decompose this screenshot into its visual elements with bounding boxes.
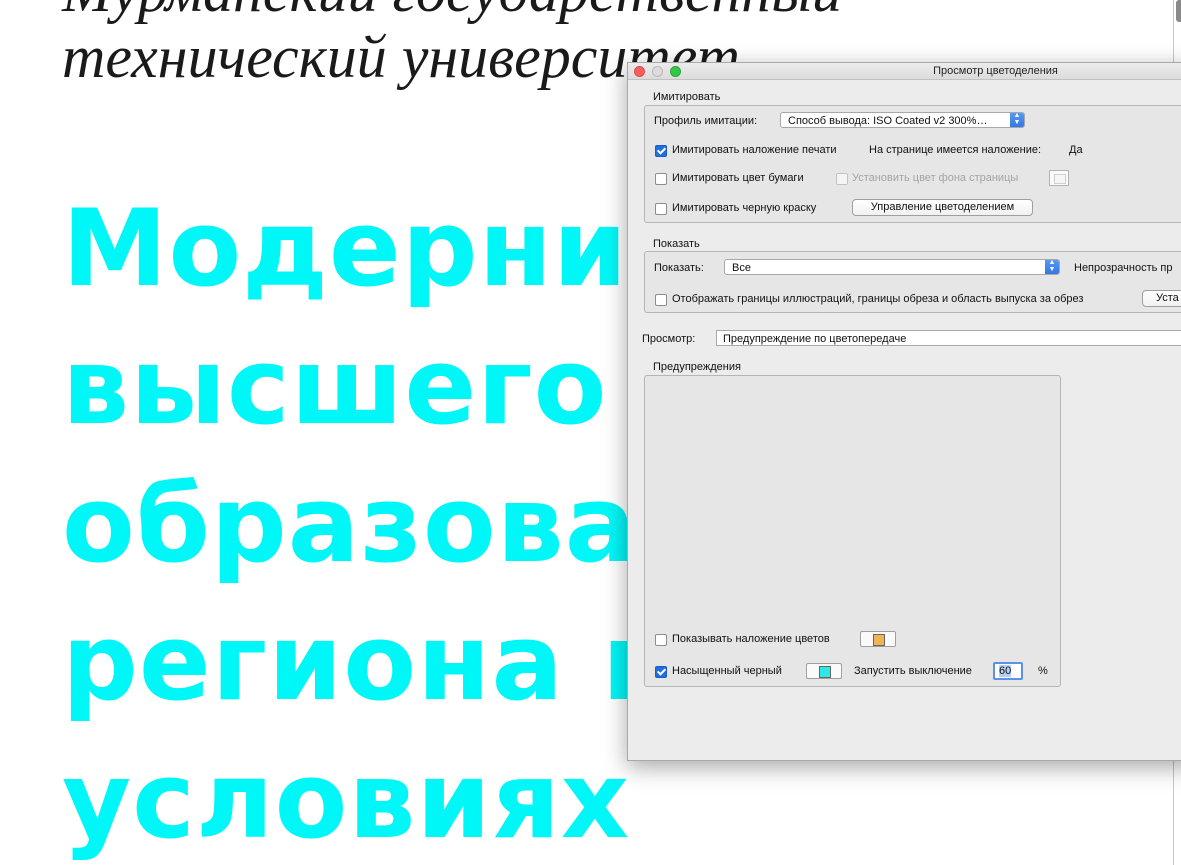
page-overprint-label: На странице имеется наложение: <box>869 144 1042 156</box>
page-background-swatch[interactable] <box>1049 170 1069 186</box>
setup-button[interactable]: Уста <box>1142 290 1181 307</box>
scrollbar-thumb[interactable] <box>1176 0 1181 22</box>
start-cutoff-value: 60 <box>999 665 1012 677</box>
show-boundaries-checkbox[interactable] <box>655 294 667 306</box>
chevron-updown-icon: ▲ ▼ <box>1010 113 1024 127</box>
overprint-color-button[interactable] <box>860 631 896 647</box>
heading-line-1: Модерниз <box>62 187 691 310</box>
simulate-overprint-checkbox[interactable] <box>655 145 667 157</box>
show-value: Все <box>732 262 751 274</box>
rich-black-color-button[interactable] <box>806 663 842 679</box>
page-background-label: Установить цвет фона страницы <box>852 172 1019 184</box>
page-overprint-value: Да <box>1069 144 1083 156</box>
simulate-paper-color-label: Имитировать цвет бумаги <box>672 172 804 184</box>
overprint-color-swatch <box>873 634 885 646</box>
show-select[interactable]: Все ▲ ▼ <box>724 259 1060 275</box>
percent-label: % <box>1038 665 1048 677</box>
page-background-checkbox[interactable] <box>836 173 848 185</box>
manage-separations-button[interactable]: Управление цветоделением <box>852 199 1033 216</box>
simulate-paper-color-checkbox[interactable] <box>655 173 667 185</box>
show-group-label: Показать <box>653 238 700 250</box>
preview-label: Просмотр: <box>642 333 696 345</box>
simulate-black-ink-label: Имитировать черную краску <box>672 202 817 214</box>
dialog-title: Просмотр цветоделения <box>933 65 1058 77</box>
heading-line-2: высшего <box>62 325 608 448</box>
show-overprint-checkbox[interactable] <box>655 634 667 646</box>
rich-black-checkbox[interactable] <box>655 666 667 678</box>
simulate-black-ink-checkbox[interactable] <box>655 203 667 215</box>
show-label: Показать: <box>654 262 704 274</box>
preview-select[interactable]: Предупреждение по цветопередаче <box>716 330 1181 346</box>
simulation-profile-select[interactable]: Способ вывода: ISO Coated v2 300%… ▲ ▼ <box>780 112 1025 128</box>
chevron-updown-icon: ▲ ▼ <box>1045 260 1059 274</box>
show-overprint-label: Показывать наложение цветов <box>672 633 830 645</box>
rich-black-label: Насыщенный черный <box>672 665 782 677</box>
start-cutoff-label: Запустить выключение <box>854 665 972 677</box>
document-heading: Модерниз высшего образован региона в усл… <box>62 180 712 865</box>
warnings-group-label: Предупреждения <box>653 361 741 373</box>
subtitle-line-1: Мурманский государственный <box>62 0 842 24</box>
heading-line-5: условиях <box>62 739 631 862</box>
simulation-profile-label: Профиль имитации: <box>654 115 758 127</box>
dialog-titlebar[interactable]: Просмотр цветоделения <box>628 63 1181 80</box>
simulate-overprint-label: Имитировать наложение печати <box>672 144 837 156</box>
output-preview-dialog: Просмотр цветоделения Имитировать Профил… <box>627 62 1181 761</box>
rich-black-color-swatch <box>819 666 831 678</box>
simulation-profile-value: Способ вывода: ISO Coated v2 300%… <box>788 115 988 127</box>
start-cutoff-input[interactable]: 60 <box>993 662 1023 680</box>
heading-line-4: региона в <box>62 601 670 724</box>
simulate-group-label: Имитировать <box>653 91 721 103</box>
heading-line-3: образован <box>62 463 712 586</box>
opacity-label: Непрозрачность пр <box>1074 262 1173 274</box>
show-boundaries-label: Отображать границы иллюстраций, границы … <box>672 293 1084 305</box>
